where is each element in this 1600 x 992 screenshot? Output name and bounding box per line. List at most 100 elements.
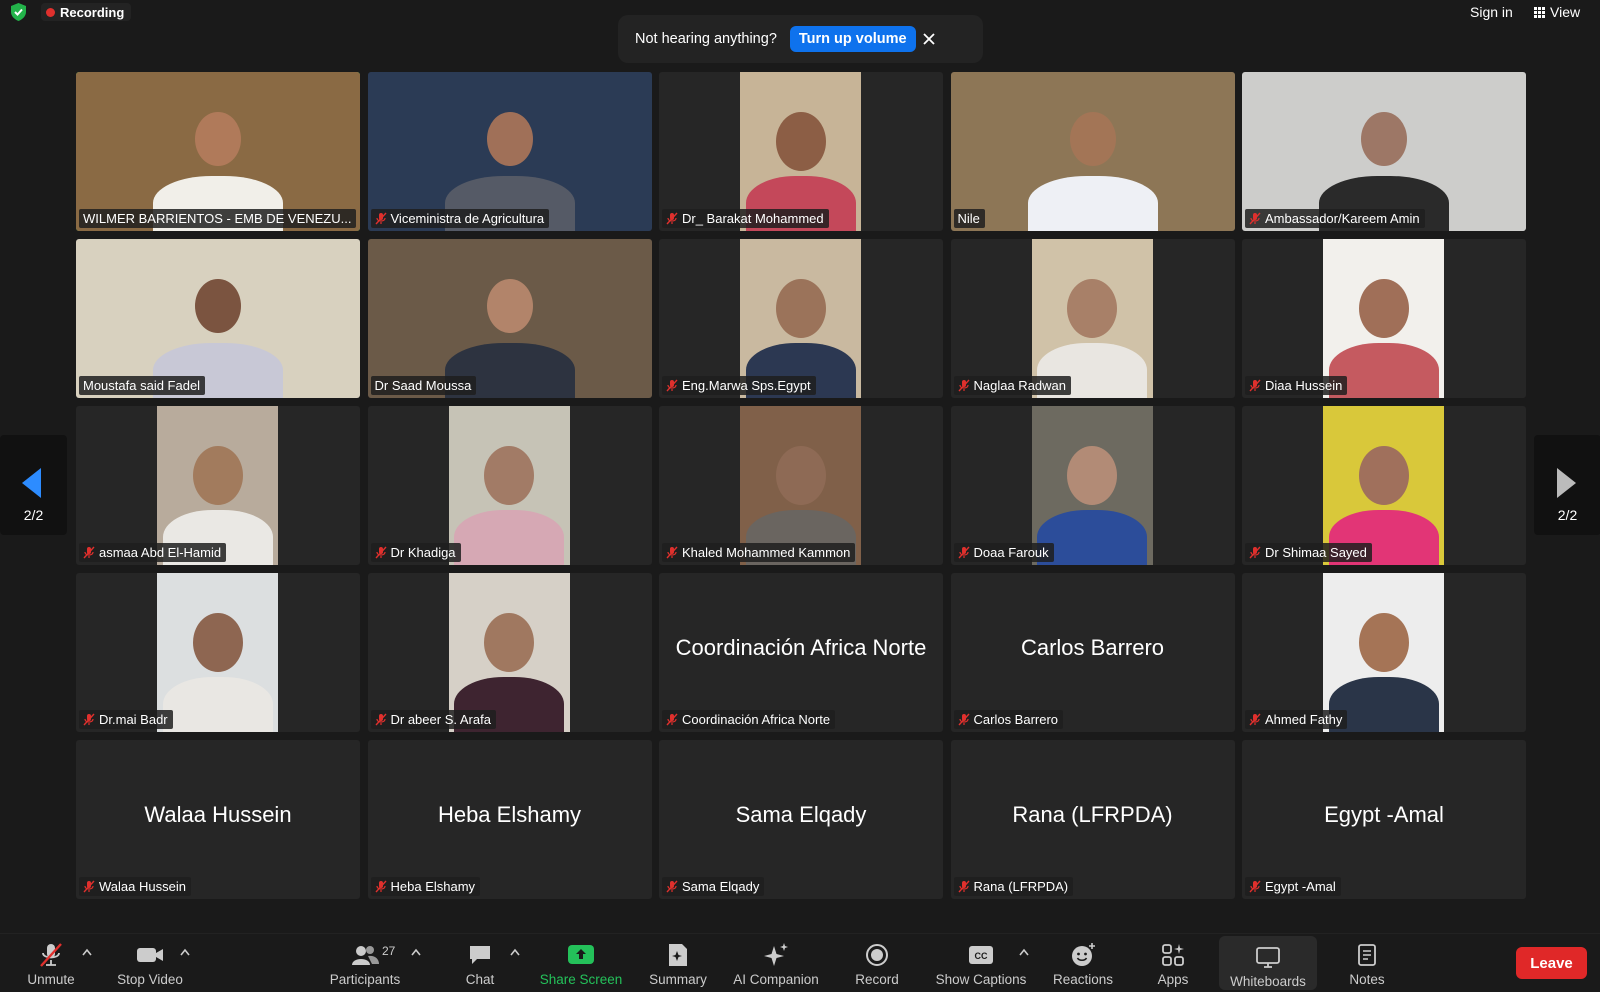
- participant-name: Eng.Marwa Sps.Egypt: [682, 378, 811, 393]
- muted-microphone-icon: [1249, 546, 1261, 559]
- participant-head: [775, 446, 826, 505]
- participant-name-label: Dr Shimaa Sayed: [1245, 543, 1372, 562]
- participant-tile[interactable]: Dr Saad Moussa: [367, 239, 652, 398]
- participant-name: Carlos Barrero: [973, 712, 1059, 727]
- participant-tile[interactable]: Dr_ Barakat Mohammed: [659, 72, 943, 231]
- captions-options-chevron-up-icon[interactable]: [1019, 948, 1029, 956]
- participant-display-name: Sama Elqady: [735, 802, 867, 827]
- share-screen-button[interactable]: Share Screen: [536, 934, 626, 992]
- chat-options-chevron-up-icon[interactable]: [510, 948, 520, 956]
- muted-microphone-icon: [666, 212, 678, 225]
- participant-name-label: Ahmed Fathy: [1245, 710, 1348, 729]
- participant-tile[interactable]: Khaled Mohammed Kammon: [659, 406, 943, 565]
- participant-name: WILMER BARRIENTOS - EMB DE VENEZU...: [83, 211, 352, 226]
- participant-video: [448, 406, 570, 565]
- notes-button[interactable]: Notes: [1344, 934, 1390, 992]
- muted-microphone-icon: [83, 713, 95, 726]
- show-captions-button[interactable]: CC Show Captions: [932, 934, 1030, 992]
- participant-tile[interactable]: Dr abeer S. Arafa: [367, 573, 652, 732]
- participant-tile[interactable]: Dr Khadiga: [367, 406, 652, 565]
- muted-microphone-icon: [666, 880, 678, 893]
- view-button[interactable]: View: [1534, 4, 1580, 20]
- stop-video-button[interactable]: Stop Video: [112, 934, 188, 992]
- participant-name-label: Dr Khadiga: [370, 543, 461, 562]
- security-shield-icon[interactable]: [10, 3, 27, 21]
- participant-video: [740, 406, 861, 565]
- participant-head: [486, 279, 533, 334]
- participant-tile[interactable]: Eng.Marwa Sps.Egypt: [659, 239, 943, 398]
- summary-button[interactable]: Summary: [644, 934, 712, 992]
- ai-companion-button[interactable]: AI Companion: [728, 934, 824, 992]
- reactions-button[interactable]: Reactions: [1050, 934, 1116, 992]
- participant-name-label: Heba Elshamy: [370, 877, 481, 896]
- unmute-label: Unmute: [27, 972, 75, 987]
- participant-tile[interactable]: Nile: [950, 72, 1235, 231]
- summary-label: Summary: [649, 972, 707, 987]
- participant-name-label: Khaled Mohammed Kammon: [662, 543, 856, 562]
- participant-tile[interactable]: Ambassador/Kareem Amin: [1242, 72, 1526, 231]
- participant-tile[interactable]: Heba Elshamy Heba Elshamy: [367, 740, 652, 899]
- participant-display-name: Walaa Hussein: [144, 802, 292, 827]
- participant-tile[interactable]: Moustafa said Fadel: [76, 239, 360, 398]
- record-button[interactable]: Record: [848, 934, 906, 992]
- participant-tile[interactable]: Naglaa Radwan: [950, 239, 1235, 398]
- chat-label: Chat: [465, 972, 495, 987]
- participant-head: [775, 112, 826, 171]
- participant-tile[interactable]: WILMER BARRIENTOS - EMB DE VENEZU...: [76, 72, 360, 231]
- participants-button[interactable]: Participants: [322, 934, 408, 992]
- participant-tile[interactable]: Viceministra de Agricultura: [367, 72, 652, 231]
- participant-name-label: Sama Elqady: [662, 877, 765, 896]
- video-options-chevron-up-icon[interactable]: [180, 948, 190, 956]
- chat-bubble-icon: [470, 946, 490, 964]
- previous-page-button[interactable]: 2/2: [0, 435, 67, 535]
- participant-video: [367, 239, 652, 398]
- muted-microphone-icon: [83, 546, 95, 559]
- participant-body: [1027, 176, 1158, 231]
- participants-label: Participants: [329, 972, 401, 987]
- whiteboard-icon: [1256, 947, 1280, 968]
- participant-tile[interactable]: Dr Shimaa Sayed: [1242, 406, 1526, 565]
- participant-head: [1069, 112, 1116, 167]
- sign-in-link[interactable]: Sign in: [1470, 4, 1513, 20]
- participant-name-label: Naglaa Radwan: [953, 376, 1072, 395]
- muted-microphone-icon: [374, 880, 387, 893]
- next-page-button[interactable]: 2/2: [1534, 435, 1600, 535]
- participant-name: Moustafa said Fadel: [83, 378, 201, 393]
- participant-tile[interactable]: Dr.mai Badr: [76, 573, 360, 732]
- participant-tile[interactable]: Doaa Farouk: [950, 406, 1235, 565]
- participant-body: [162, 677, 273, 732]
- leave-button[interactable]: Leave: [1516, 947, 1587, 979]
- chat-button[interactable]: Chat: [454, 934, 506, 992]
- participant-display-name: Rana (LFRPDA): [1012, 802, 1173, 827]
- audio-options-chevron-up-icon[interactable]: [82, 948, 92, 956]
- turn-up-volume-button[interactable]: Turn up volume: [789, 26, 916, 52]
- participant-tile[interactable]: Coordinación Africa Norte Coordinación Af…: [659, 573, 943, 732]
- participant-tile[interactable]: Sama Elqady Sama Elqady: [659, 740, 943, 899]
- audio-notice-banner: Not hearing anything? Turn up volume: [618, 15, 983, 63]
- participant-tile[interactable]: Diaa Hussein: [1242, 239, 1526, 398]
- participant-tile[interactable]: asmaa Abd El-Hamid: [76, 406, 360, 565]
- apps-button[interactable]: Apps: [1150, 934, 1196, 992]
- unmute-button[interactable]: Unmute: [20, 934, 82, 992]
- participant-name: Ahmed Fathy: [1265, 712, 1343, 727]
- participant-name-label: asmaa Abd El-Hamid: [79, 543, 227, 562]
- participant-tile[interactable]: Egypt -Amal Egypt -Amal: [1242, 740, 1526, 899]
- participant-tile[interactable]: Rana (LFRPDA) Rana (LFRPDA): [950, 740, 1235, 899]
- participant-name-label: Ambassador/Kareem Amin: [1245, 209, 1425, 228]
- participant-tile[interactable]: Carlos Barrero Carlos Barrero: [950, 573, 1235, 732]
- record-icon: [866, 944, 888, 966]
- participant-tile[interactable]: Walaa Hussein Walaa Hussein: [76, 740, 360, 899]
- close-icon[interactable]: [920, 30, 938, 48]
- participant-tile[interactable]: Ahmed Fathy: [1242, 573, 1526, 732]
- reactions-label: Reactions: [1052, 972, 1114, 987]
- ai-sparkle-icon: [764, 943, 788, 966]
- participants-options-chevron-up-icon[interactable]: [411, 948, 421, 956]
- page-indicator: 2/2: [23, 507, 44, 523]
- whiteboards-button[interactable]: Whiteboards: [1219, 936, 1317, 990]
- participant-head: [775, 279, 826, 338]
- participant-name-label: Rana (LFRPDA): [953, 877, 1074, 896]
- recording-indicator[interactable]: Recording: [41, 3, 132, 21]
- participant-name: Dr_ Barakat Mohammed: [682, 211, 824, 226]
- participant-video: [76, 239, 360, 398]
- participant-video: [1323, 406, 1444, 565]
